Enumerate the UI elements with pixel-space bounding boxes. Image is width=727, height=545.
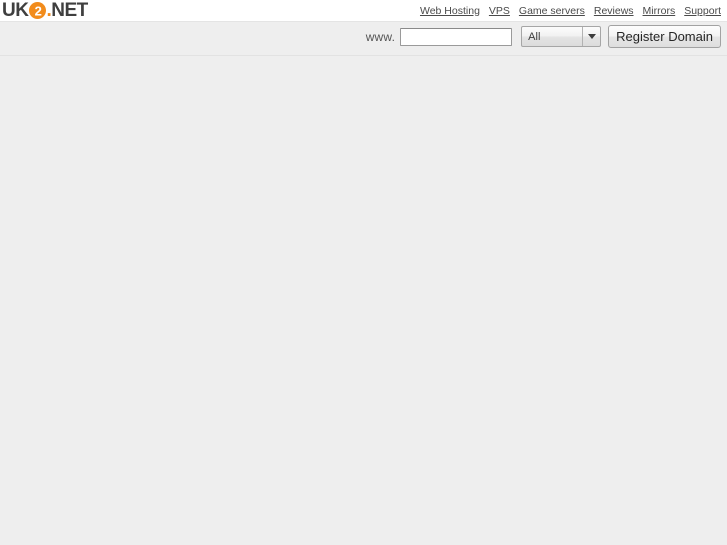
chevron-down-icon[interactable] [582, 27, 600, 46]
domain-search-input[interactable] [400, 27, 513, 46]
logo-text-net: NET [51, 0, 88, 21]
logo-badge-two-icon [29, 2, 47, 19]
tld-select[interactable]: All [521, 26, 602, 47]
tld-select-value: All [528, 30, 541, 43]
nav-mirrors[interactable]: Mirrors [643, 5, 676, 17]
page-content-area [0, 56, 727, 545]
nav-vps[interactable]: VPS [489, 5, 510, 17]
domain-search-group: www. All Register Domain [366, 25, 721, 48]
site-logo[interactable]: UK.NET [2, 0, 88, 21]
register-domain-button[interactable]: Register Domain [608, 25, 721, 48]
nav-reviews[interactable]: Reviews [594, 5, 634, 17]
www-prefix-label: www. [365, 29, 396, 44]
top-navigation: Web Hosting VPS Game servers Reviews Mir… [420, 0, 721, 21]
nav-web-hosting[interactable]: Web Hosting [420, 5, 480, 17]
nav-game-servers[interactable]: Game servers [519, 5, 585, 17]
site-header: UK.NET Web Hosting VPS Game servers Revi… [0, 0, 727, 22]
logo-text-uk: UK [2, 0, 29, 21]
nav-support[interactable]: Support [684, 5, 721, 17]
domain-search-bar: www. All Register Domain [0, 22, 727, 56]
